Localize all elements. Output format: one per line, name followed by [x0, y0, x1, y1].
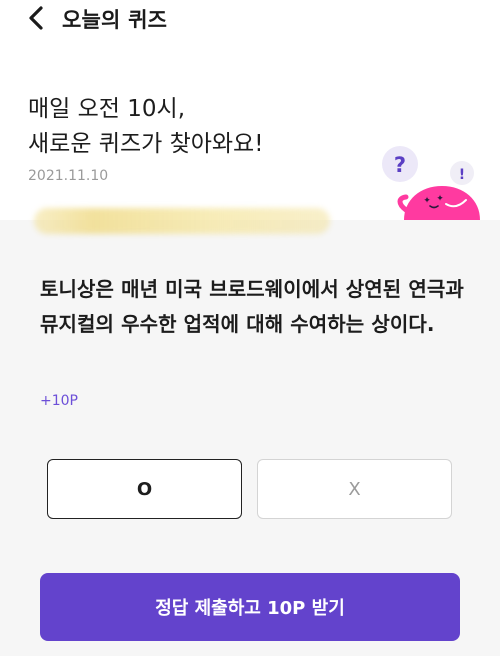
hero-section: 매일 오전 10시, 새로운 퀴즈가 찾아와요! 2021.11.10 ? ! …	[0, 40, 500, 220]
answer-option-x[interactable]: X	[257, 459, 452, 519]
quiz-date: 2021.11.10	[28, 168, 109, 184]
hero-headline-line1: 매일 오전 10시,	[28, 96, 185, 122]
mascot-eye-left: ✦	[423, 196, 431, 206]
answer-option-o-label: O	[136, 478, 153, 500]
page-title: 오늘의 퀴즈	[62, 8, 168, 32]
points-reward: +10P	[40, 393, 78, 409]
submit-answer-button[interactable]: 정답 제출하고 10P 받기	[40, 573, 460, 641]
mascot-illustration: ? ! ✦ ✦	[382, 146, 480, 220]
chevron-left-icon	[29, 6, 43, 30]
exclaim-mark-text: !	[459, 167, 465, 183]
top-bar: 오늘의 퀴즈	[0, 0, 500, 40]
quiz-question: 토니상은 매년 미국 브로드웨이에서 상연된 연극과 뮤지컬의 우수한 업적에 …	[40, 277, 464, 336]
back-button[interactable]	[22, 4, 50, 32]
answer-option-x-label: X	[348, 478, 361, 500]
hero-headline: 매일 오전 10시, 새로운 퀴즈가 찾아와요!	[28, 92, 263, 162]
question-mark-text: ?	[394, 153, 406, 177]
submit-answer-label: 정답 제출하고 10P 받기	[155, 598, 345, 619]
hero-headline-line2: 새로운 퀴즈가 찾아와요!	[28, 131, 264, 157]
mascot-eye-right: ✦	[436, 194, 444, 204]
blurred-banner	[34, 208, 330, 234]
mascot-arm	[397, 194, 409, 213]
answer-option-o[interactable]: O	[47, 459, 242, 519]
